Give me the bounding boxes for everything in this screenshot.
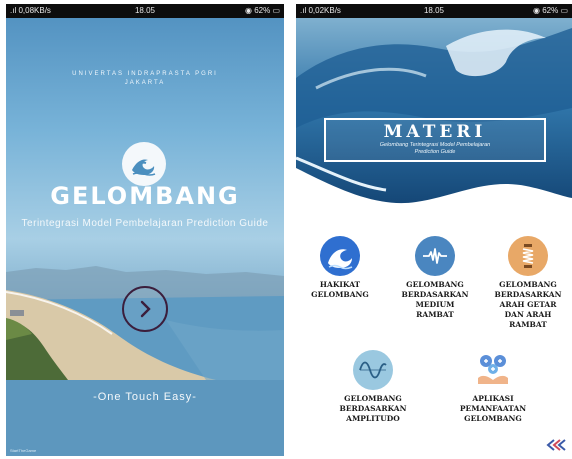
watermark: StartTheGame <box>10 448 37 453</box>
label-line: GELOMBANG <box>499 280 557 289</box>
menu-label: APLIKASI PEMANFAATAN GELOMBANG <box>448 394 538 424</box>
label-line: BERDASARKAN <box>401 290 469 299</box>
chevron-right-icon <box>140 300 151 318</box>
battery-percent: 62% <box>254 6 271 15</box>
menu-label: HAKIKAT GELOMBANG <box>300 280 380 300</box>
splash-screen: .ıl 0,08KB/s 18.05 ◉ 62% ▭ UNIVERTAS IND… <box>6 4 284 456</box>
university-line-2: JAKARTA <box>124 80 166 86</box>
status-battery: ◉ 62% ▭ <box>245 4 280 18</box>
label-line: GELOMBANG <box>406 280 464 289</box>
pulse-wave-icon <box>415 236 455 276</box>
status-bar: .ıl 0,08KB/s 18.05 ◉ 62% ▭ <box>6 4 284 18</box>
label-line: RAMBAT <box>509 320 547 329</box>
menu-item-arah-getar[interactable]: GELOMBANG BERDASARKAN ARAH GETAR DAN ARA… <box>486 236 570 330</box>
label-line: AMPLITUDO <box>346 414 400 423</box>
label-line: RAMBAT <box>416 310 454 319</box>
battery-percent: 62% <box>542 6 559 15</box>
hands-plus-icon <box>473 350 513 390</box>
sine-wave-icon <box>353 350 393 390</box>
eye-icon: ◉ <box>532 6 540 15</box>
app-title: GELOMBANG <box>50 182 240 210</box>
wave-icon <box>320 236 360 276</box>
materi-screen: .ıl 0,02KB/s 18.05 ◉ 62% ▭ MATERI Gelomb… <box>296 4 572 456</box>
status-battery: ◉ 62% ▭ <box>533 4 568 18</box>
app-subtitle: Terintegrasi Model Pembelajaran Predicti… <box>21 218 269 229</box>
label-line: HAKIKAT <box>319 280 361 289</box>
menu-label: GELOMBANG BERDASARKAN MEDIUM RAMBAT <box>394 280 476 320</box>
eye-icon: ◉ <box>244 6 252 15</box>
menu-item-amplitudo[interactable]: GELOMBANG BERDASARKAN AMPLITUDO <box>330 350 416 424</box>
label-line: GELOMBANG <box>344 394 402 403</box>
university-name: UNIVERTAS INDRAPRASTA PGRI JAKARTA <box>6 70 284 88</box>
status-time: 18.05 <box>134 6 156 15</box>
label-line: GELOMBANG <box>311 290 369 299</box>
status-bar: .ıl 0,02KB/s 18.05 ◉ 62% ▭ <box>296 4 572 18</box>
menu-item-aplikasi[interactable]: APLIKASI PEMANFAATAN GELOMBANG <box>448 350 538 424</box>
page-subtitle-line-1: Gelombang Terintegrasi Model Pembelajara… <box>379 142 491 148</box>
status-time: 18.05 <box>423 6 445 15</box>
label-line: MEDIUM <box>415 300 455 309</box>
label-line: BERDASARKAN <box>339 404 407 413</box>
materi-header: MATERI Gelombang Terintegrasi Model Pemb… <box>324 118 546 162</box>
tagline: -One Touch Easy- <box>93 391 197 403</box>
page-title: MATERI <box>383 122 487 142</box>
label-line: BERDASARKAN <box>494 290 562 299</box>
label-line: APLIKASI <box>472 394 514 403</box>
double-chevron-left-icon <box>546 439 566 451</box>
battery-icon: ▭ <box>272 6 280 15</box>
label-line: GELOMBANG <box>464 414 522 423</box>
app-logo-icon <box>122 142 166 186</box>
spring-icon <box>508 236 548 276</box>
menu-label: GELOMBANG BERDASARKAN AMPLITUDO <box>330 394 416 424</box>
battery-icon: ▭ <box>560 6 568 15</box>
menu-label: GELOMBANG BERDASARKAN ARAH GETAR DAN ARA… <box>486 280 570 330</box>
menu-item-medium-rambat[interactable]: GELOMBANG BERDASARKAN MEDIUM RAMBAT <box>394 236 476 320</box>
menu-item-hakikat-gelombang[interactable]: HAKIKAT GELOMBANG <box>300 236 380 300</box>
university-line-1: UNIVERTAS INDRAPRASTA PGRI <box>72 71 218 77</box>
back-button[interactable] <box>544 438 566 452</box>
label-line: PEMANFAATAN <box>459 404 527 413</box>
page-subtitle-line-2: Prediction Guide <box>414 149 456 155</box>
next-button[interactable] <box>122 286 168 332</box>
label-line: DAN ARAH <box>504 310 552 319</box>
label-line: ARAH GETAR <box>499 300 557 309</box>
